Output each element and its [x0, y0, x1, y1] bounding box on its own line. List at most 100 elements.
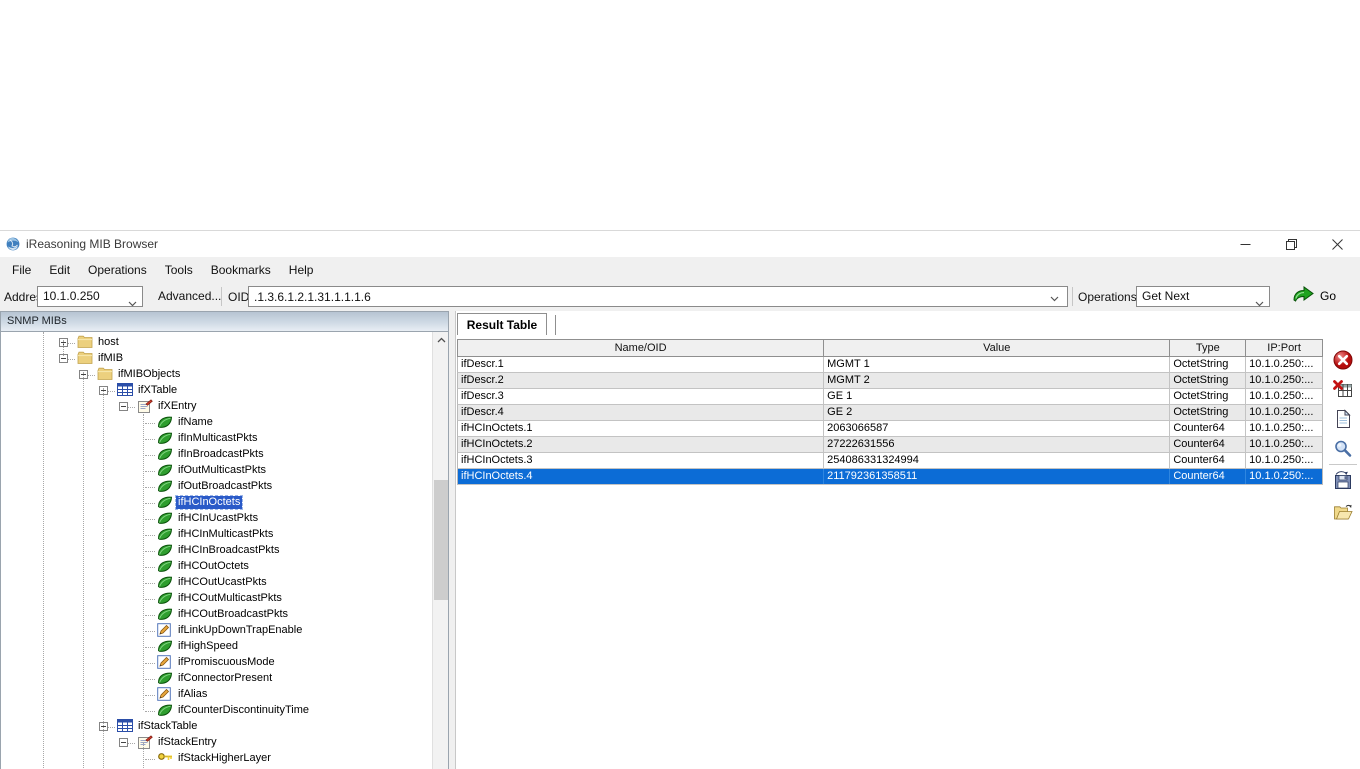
tree-row[interactable]: ifCounterDiscontinuityTime: [1, 703, 432, 719]
go-button[interactable]: Go: [1292, 285, 1336, 306]
table-row[interactable]: ifHCInOctets.1 2063066587 Counter64 10.1…: [457, 421, 1323, 437]
tree-row[interactable]: ifLinkUpDownTrapEnable: [1, 623, 432, 639]
find-icon[interactable]: [1332, 438, 1354, 460]
tree-item-label[interactable]: ifHCOutMulticastPkts: [176, 592, 284, 605]
tree-row[interactable]: ifMIB: [1, 351, 432, 367]
tree-item-label[interactable]: ifLinkUpDownTrapEnable: [176, 624, 304, 637]
operations-combobox[interactable]: Get Next: [1136, 286, 1270, 307]
open-folder-icon[interactable]: [1332, 501, 1354, 523]
column-header-value[interactable]: Value: [824, 340, 1171, 356]
tree-row[interactable]: ifHCOutBroadcastPkts: [1, 607, 432, 623]
oid-chevron-down-icon[interactable]: [1050, 293, 1059, 305]
tree-row[interactable]: ifAlias: [1, 687, 432, 703]
table-row[interactable]: ifDescr.2 MGMT 2 OctetString 10.1.0.250:…: [457, 373, 1323, 389]
app-globe-icon: [6, 237, 20, 251]
collapse-toggle-icon[interactable]: [119, 402, 128, 411]
clear-table-icon[interactable]: [1332, 378, 1354, 400]
restore-button[interactable]: [1268, 231, 1314, 257]
export-icon[interactable]: [1332, 469, 1354, 491]
column-header-ip-port[interactable]: IP:Port: [1246, 340, 1322, 356]
tree-item-label[interactable]: host: [96, 336, 121, 349]
tree-row[interactable]: ifConnectorPresent: [1, 671, 432, 687]
tree-row[interactable]: ifHCOutMulticastPkts: [1, 591, 432, 607]
tree-item-label[interactable]: ifHCInOctets: [174, 495, 244, 510]
tree-row[interactable]: ifStackHigherLayer: [1, 751, 432, 767]
tree-row[interactable]: ifMIBObjects: [1, 367, 432, 383]
tree-item-label[interactable]: ifInMulticastPkts: [176, 432, 259, 445]
tree-row[interactable]: ifInMulticastPkts: [1, 431, 432, 447]
tree-item-label[interactable]: ifOutBroadcastPkts: [176, 480, 274, 493]
tree-row[interactable]: ifHCInBroadcastPkts: [1, 543, 432, 559]
tree-row[interactable]: ifStackTable: [1, 719, 432, 735]
tab-result-table[interactable]: Result Table: [457, 313, 547, 335]
tree-item-label[interactable]: ifInBroadcastPkts: [176, 448, 266, 461]
address-combobox[interactable]: 10.1.0.250: [37, 286, 143, 307]
tree-item-label[interactable]: ifAlias: [176, 688, 209, 701]
menu-tools[interactable]: Tools: [159, 260, 199, 280]
scroll-up-icon[interactable]: [433, 332, 448, 348]
tree-item-label[interactable]: ifStackEntry: [156, 736, 219, 749]
tree-item-label[interactable]: ifStackTable: [136, 720, 199, 733]
tree-row[interactable]: ifHCInUcastPkts: [1, 511, 432, 527]
table-row[interactable]: ifDescr.3 GE 1 OctetString 10.1.0.250:..…: [457, 389, 1323, 405]
tree-row[interactable]: ifOutMulticastPkts: [1, 463, 432, 479]
tree-item-label[interactable]: ifStackHigherLayer: [176, 752, 273, 765]
close-button[interactable]: [1314, 231, 1360, 257]
scrollbar-thumb[interactable]: [434, 480, 448, 600]
folder-icon: [77, 351, 93, 367]
menu-edit[interactable]: Edit: [43, 260, 76, 280]
tree-item-label[interactable]: ifHCInUcastPkts: [176, 512, 260, 525]
tree-item-label[interactable]: ifPromiscuousMode: [176, 656, 277, 669]
advanced-button[interactable]: Advanced...: [150, 287, 230, 305]
tree-row[interactable]: ifHCInOctets: [1, 495, 432, 511]
menu-file[interactable]: File: [6, 260, 37, 280]
tree-item-label[interactable]: ifHCOutBroadcastPkts: [176, 608, 290, 621]
tree-row[interactable]: ifPromiscuousMode: [1, 655, 432, 671]
column-header-name-oid[interactable]: Name/OID: [458, 340, 825, 356]
tree-item-label[interactable]: ifMIBObjects: [116, 368, 182, 381]
tree-item-label[interactable]: ifXEntry: [156, 400, 199, 413]
tree-row[interactable]: host: [1, 335, 432, 351]
tree-item-label[interactable]: ifOutMulticastPkts: [176, 464, 268, 477]
tree-row[interactable]: ifInBroadcastPkts: [1, 447, 432, 463]
table-row[interactable]: ifDescr.4 GE 2 OctetString 10.1.0.250:..…: [457, 405, 1323, 421]
tree-row[interactable]: ifHighSpeed: [1, 639, 432, 655]
table-row[interactable]: ifDescr.1 MGMT 1 OctetString 10.1.0.250:…: [457, 357, 1323, 373]
tree-item-label[interactable]: ifMIB: [96, 352, 125, 365]
menu-bar: File Edit Operations Tools Bookmarks Help: [0, 257, 1360, 282]
table-row[interactable]: ifHCInOctets.3 254086331324994 Counter64…: [457, 453, 1323, 469]
tree-row[interactable]: ifHCOutUcastPkts: [1, 575, 432, 591]
tree-item-label[interactable]: ifHCOutOctets: [176, 560, 251, 573]
menu-operations[interactable]: Operations: [82, 260, 153, 280]
tree-item-label[interactable]: ifConnectorPresent: [176, 672, 274, 685]
tree-row[interactable]: ifOutBroadcastPkts: [1, 479, 432, 495]
tree-row[interactable]: ifXEntry: [1, 399, 432, 415]
cell-name-oid: ifDescr.3: [458, 389, 825, 404]
tree-item-label[interactable]: ifName: [176, 416, 215, 429]
tree-row[interactable]: ifHCInMulticastPkts: [1, 527, 432, 543]
tree-row[interactable]: ifStackEntry: [1, 735, 432, 751]
tree-connector: [145, 551, 155, 552]
tree-row[interactable]: ifXTable: [1, 383, 432, 399]
column-header-type[interactable]: Type: [1170, 340, 1247, 356]
table-row[interactable]: ifHCInOctets.2 27222631556 Counter64 10.…: [457, 437, 1323, 453]
cell-ip-port: 10.1.0.250:...: [1249, 422, 1314, 434]
collapse-toggle-icon[interactable]: [119, 738, 128, 747]
tree-row[interactable]: ifName: [1, 415, 432, 431]
menu-help[interactable]: Help: [283, 260, 320, 280]
stop-icon[interactable]: [1332, 349, 1354, 371]
minimize-button[interactable]: [1222, 231, 1268, 257]
tree-row[interactable]: ifHCOutOctets: [1, 559, 432, 575]
tree-item-label[interactable]: ifCounterDiscontinuityTime: [176, 704, 311, 717]
tree-item-label[interactable]: ifHCInMulticastPkts: [176, 528, 275, 541]
cell-type: OctetString: [1170, 405, 1247, 420]
tree-scrollbar[interactable]: [432, 332, 448, 769]
tree-item-label[interactable]: ifHCInBroadcastPkts: [176, 544, 281, 557]
oid-input[interactable]: [248, 286, 1068, 307]
tree-item-label[interactable]: ifXTable: [136, 384, 179, 397]
menu-bookmarks[interactable]: Bookmarks: [205, 260, 277, 280]
table-row[interactable]: ifHCInOctets.4 211792361358511 Counter64…: [457, 469, 1323, 485]
new-document-icon[interactable]: [1332, 408, 1354, 430]
tree-item-label[interactable]: ifHighSpeed: [176, 640, 240, 653]
tree-item-label[interactable]: ifHCOutUcastPkts: [176, 576, 269, 589]
